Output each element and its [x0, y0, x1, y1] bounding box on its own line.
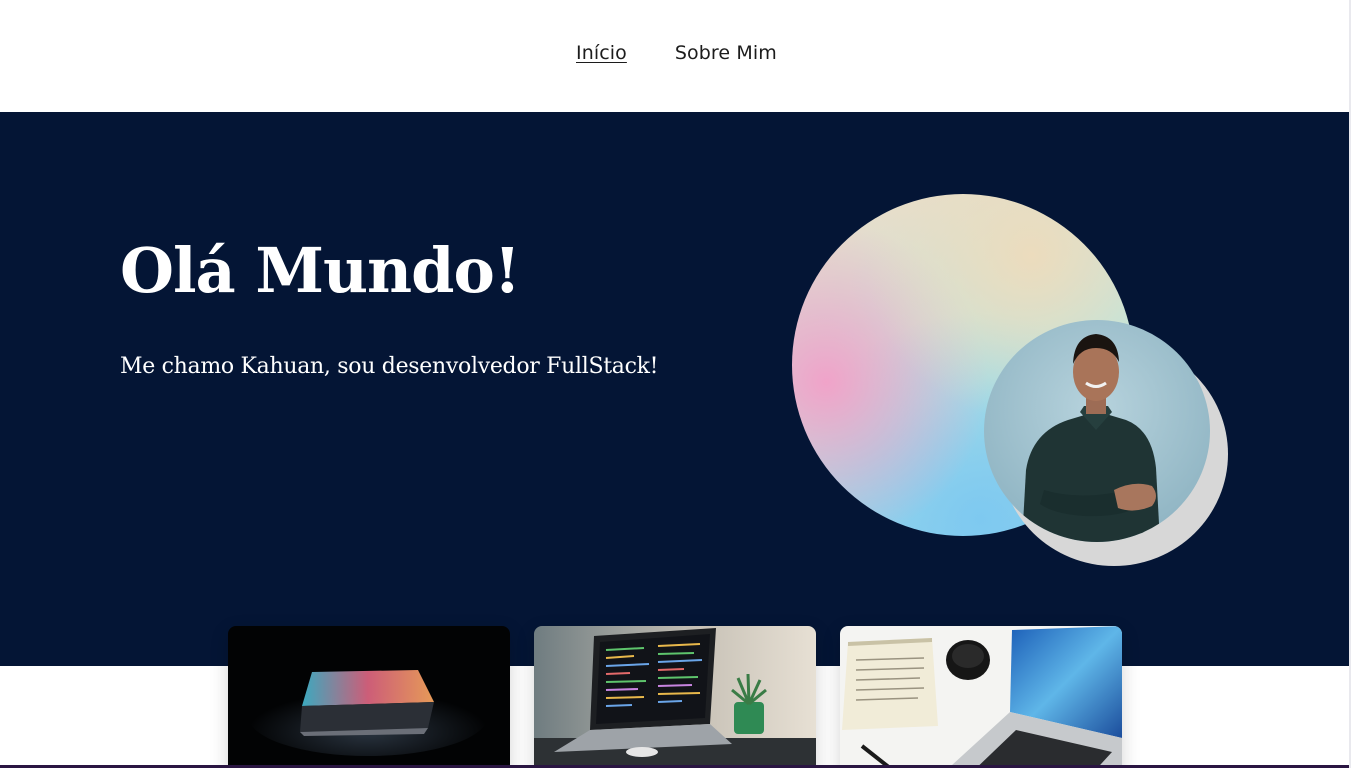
- laptop-glow-image: [228, 626, 510, 768]
- laptop-code-image: [534, 626, 816, 768]
- hero-section: Olá Mundo! Me chamo Kahuan, sou desenvol…: [0, 112, 1349, 666]
- page: Início Sobre Mim Olá Mundo! Me chamo Kah…: [0, 0, 1351, 768]
- hero-title: Olá Mundo!: [120, 234, 521, 307]
- hero-subtitle: Me chamo Kahuan, sou desenvolvedor FullS…: [120, 354, 659, 379]
- profile-person-illustration: [1022, 334, 1160, 542]
- laptop-desk-image: [840, 626, 1122, 768]
- nav-link-inicio[interactable]: Início: [576, 42, 627, 64]
- project-card-laptop-dark[interactable]: [228, 626, 510, 768]
- project-card-desk-laptop[interactable]: [840, 626, 1122, 768]
- top-navbar: Início Sobre Mim: [0, 0, 1349, 112]
- project-card-code-laptop[interactable]: [534, 626, 816, 768]
- nav-link-sobre-mim[interactable]: Sobre Mim: [675, 42, 777, 64]
- nav-links: Início Sobre Mim: [576, 42, 777, 64]
- profile-photo: [984, 320, 1210, 542]
